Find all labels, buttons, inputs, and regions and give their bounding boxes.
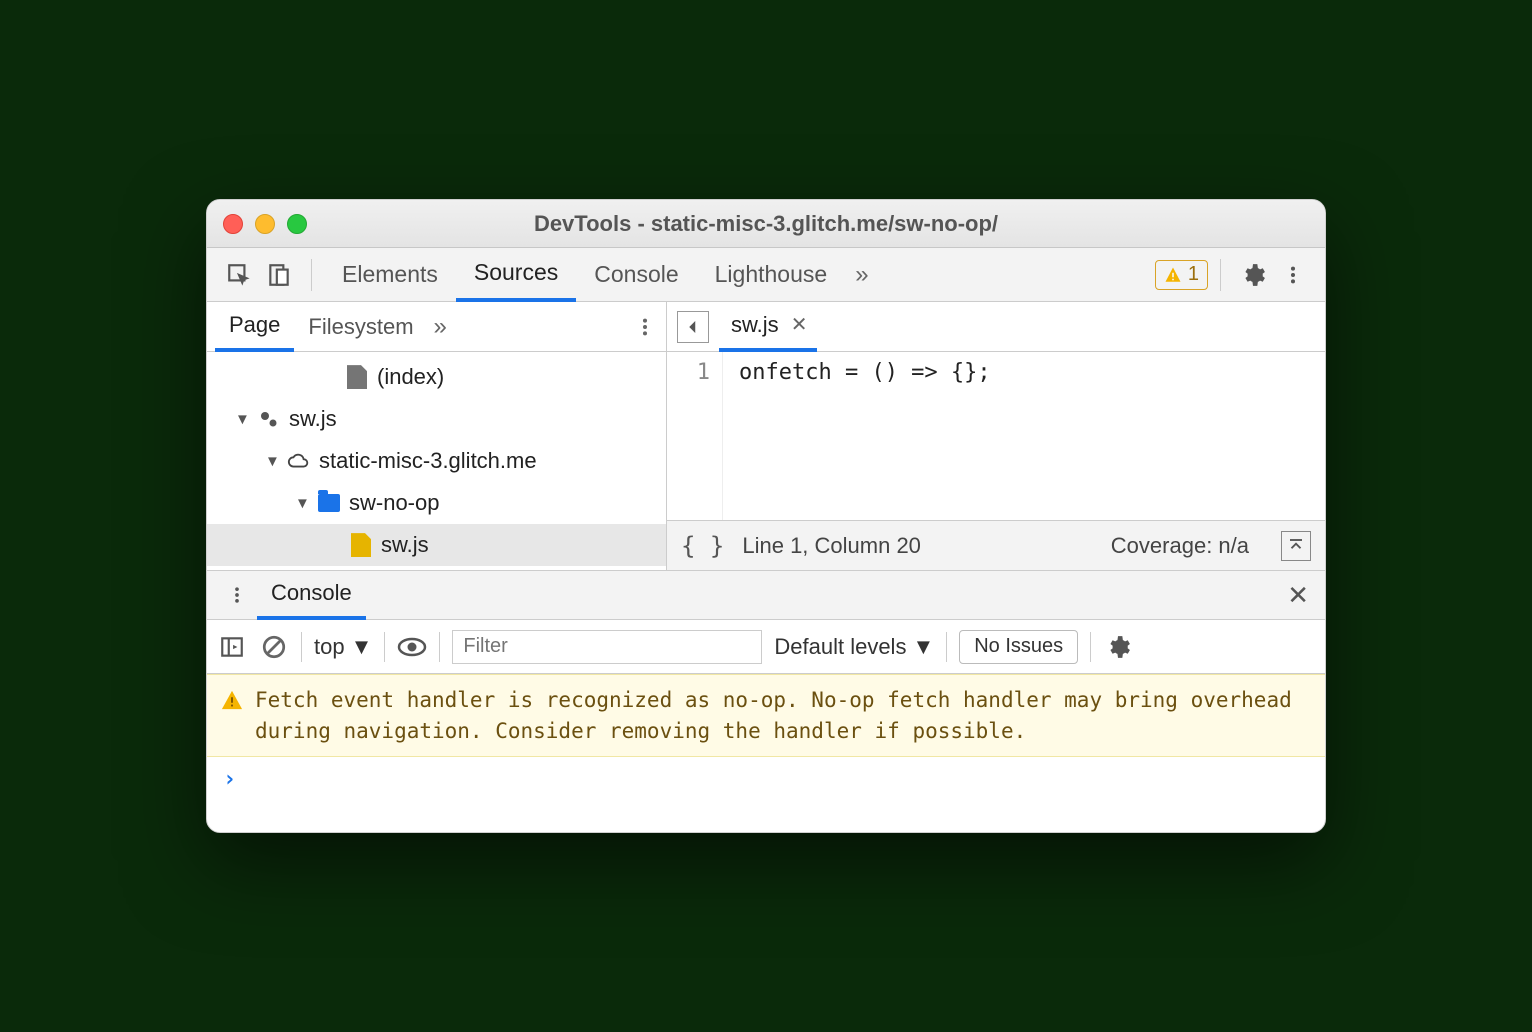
cursor-position: Line 1, Column 20 (742, 533, 921, 559)
divider (946, 632, 947, 662)
tree-label: sw-no-op (349, 490, 439, 516)
drawer-tab-console[interactable]: Console (257, 570, 366, 620)
navigator-tabs: Page Filesystem » (207, 302, 666, 352)
warning-icon (221, 689, 243, 711)
close-tab-icon[interactable]: ✕ (787, 312, 812, 337)
main-toolbar: Elements Sources Console Lighthouse » 1 (207, 248, 1325, 302)
warnings-count: 1 (1188, 263, 1199, 286)
editor-pane: sw.js ✕ 1 onfetch = () => {}; { } Line 1… (667, 302, 1325, 570)
js-file-icon (349, 533, 373, 557)
devtools-window: DevTools - static-misc-3.glitch.me/sw-no… (206, 199, 1326, 833)
warning-text: Fetch event handler is recognized as no-… (255, 685, 1311, 746)
maximize-window-button[interactable] (287, 214, 307, 234)
context-label: top (314, 634, 345, 660)
more-tabs-icon[interactable]: » (855, 261, 868, 289)
folder-icon (317, 491, 341, 515)
line-number: 1 (667, 360, 710, 385)
execution-context-selector[interactable]: top ▼ (314, 634, 372, 660)
more-options-icon[interactable] (1279, 261, 1307, 289)
file-tree: (index) ▼ sw.js ▼ static-misc-3.glitch.m… (207, 352, 666, 570)
warning-icon (1164, 266, 1182, 284)
console-settings-icon[interactable] (1103, 632, 1133, 662)
log-level-selector[interactable]: Default levels ▼ (774, 634, 934, 660)
editor-tab-label: sw.js (731, 312, 779, 338)
console-sidebar-toggle-icon[interactable] (217, 632, 247, 662)
levels-label: Default levels (774, 634, 906, 660)
tree-label: sw.js (289, 406, 337, 432)
titlebar: DevTools - static-misc-3.glitch.me/sw-no… (207, 200, 1325, 248)
code-content: onfetch = () => {}; (723, 352, 991, 520)
tree-item-worker[interactable]: ▼ sw.js (207, 398, 666, 440)
navigator-tab-filesystem[interactable]: Filesystem (294, 302, 427, 352)
document-icon (345, 365, 369, 389)
tab-console[interactable]: Console (576, 248, 696, 302)
sources-panel: Page Filesystem » (index) ▼ sw.js (207, 302, 1325, 570)
divider (439, 632, 440, 662)
tree-item-index[interactable]: (index) (207, 356, 666, 398)
close-window-button[interactable] (223, 214, 243, 234)
divider (384, 632, 385, 662)
toolbar-divider (1220, 259, 1221, 291)
divider (1090, 632, 1091, 662)
tree-label: sw.js (381, 532, 429, 558)
caret-down-icon: ▼ (295, 495, 309, 512)
drawer-header: Console ✕ (207, 570, 1325, 620)
navigate-back-icon[interactable] (677, 311, 709, 343)
pretty-print-button[interactable]: { } (681, 532, 724, 560)
window-title: DevTools - static-misc-3.glitch.me/sw-no… (207, 211, 1325, 237)
more-navigator-tabs-icon[interactable]: » (434, 313, 447, 341)
settings-icon[interactable] (1239, 261, 1267, 289)
tree-item-domain[interactable]: ▼ static-misc-3.glitch.me (207, 440, 666, 482)
issues-label: No Issues (974, 635, 1063, 658)
caret-down-icon: ▼ (235, 411, 249, 428)
gears-icon (257, 407, 281, 431)
device-toggle-icon[interactable] (265, 261, 293, 289)
editor-statusbar: { } Line 1, Column 20 Coverage: n/a (667, 520, 1325, 570)
editor-tabs: sw.js ✕ (667, 302, 1325, 352)
close-drawer-icon[interactable]: ✕ (1281, 580, 1315, 611)
editor-tab-swjs[interactable]: sw.js ✕ (719, 302, 817, 352)
minimize-window-button[interactable] (255, 214, 275, 234)
console-prompt[interactable]: › (207, 757, 1325, 802)
line-gutter: 1 (667, 352, 723, 520)
tree-label: (index) (377, 364, 444, 390)
console-filter-input[interactable] (452, 630, 762, 664)
issues-button[interactable]: No Issues (959, 630, 1078, 664)
dropdown-caret-icon: ▼ (351, 634, 373, 660)
tab-lighthouse[interactable]: Lighthouse (697, 248, 846, 302)
tab-sources[interactable]: Sources (456, 248, 576, 302)
clear-console-icon[interactable] (259, 632, 289, 662)
spacer (207, 802, 1325, 832)
console-toolbar: top ▼ Default levels ▼ No Issues (207, 620, 1325, 674)
cloud-icon (287, 449, 311, 473)
dropdown-caret-icon: ▼ (912, 634, 934, 660)
navigator-tab-page[interactable]: Page (215, 302, 294, 352)
live-expression-icon[interactable] (397, 632, 427, 662)
tab-elements[interactable]: Elements (324, 248, 456, 302)
code-editor[interactable]: 1 onfetch = () => {}; (667, 352, 1325, 520)
window-controls (223, 214, 307, 234)
console-warning-message[interactable]: Fetch event handler is recognized as no-… (207, 674, 1325, 757)
drawer-options-icon[interactable] (227, 583, 247, 607)
show-bottom-drawer-icon[interactable] (1281, 531, 1311, 561)
coverage-status: Coverage: n/a (1111, 533, 1249, 559)
navigator-pane: Page Filesystem » (index) ▼ sw.js (207, 302, 667, 570)
warnings-badge[interactable]: 1 (1155, 260, 1208, 290)
tree-label: static-misc-3.glitch.me (319, 448, 537, 474)
tree-item-file-swjs[interactable]: sw.js (207, 524, 666, 566)
toolbar-divider (311, 259, 312, 291)
tree-item-folder[interactable]: ▼ sw-no-op (207, 482, 666, 524)
divider (301, 632, 302, 662)
navigator-options-icon[interactable] (634, 314, 656, 340)
inspect-element-icon[interactable] (225, 261, 253, 289)
caret-down-icon: ▼ (265, 453, 279, 470)
